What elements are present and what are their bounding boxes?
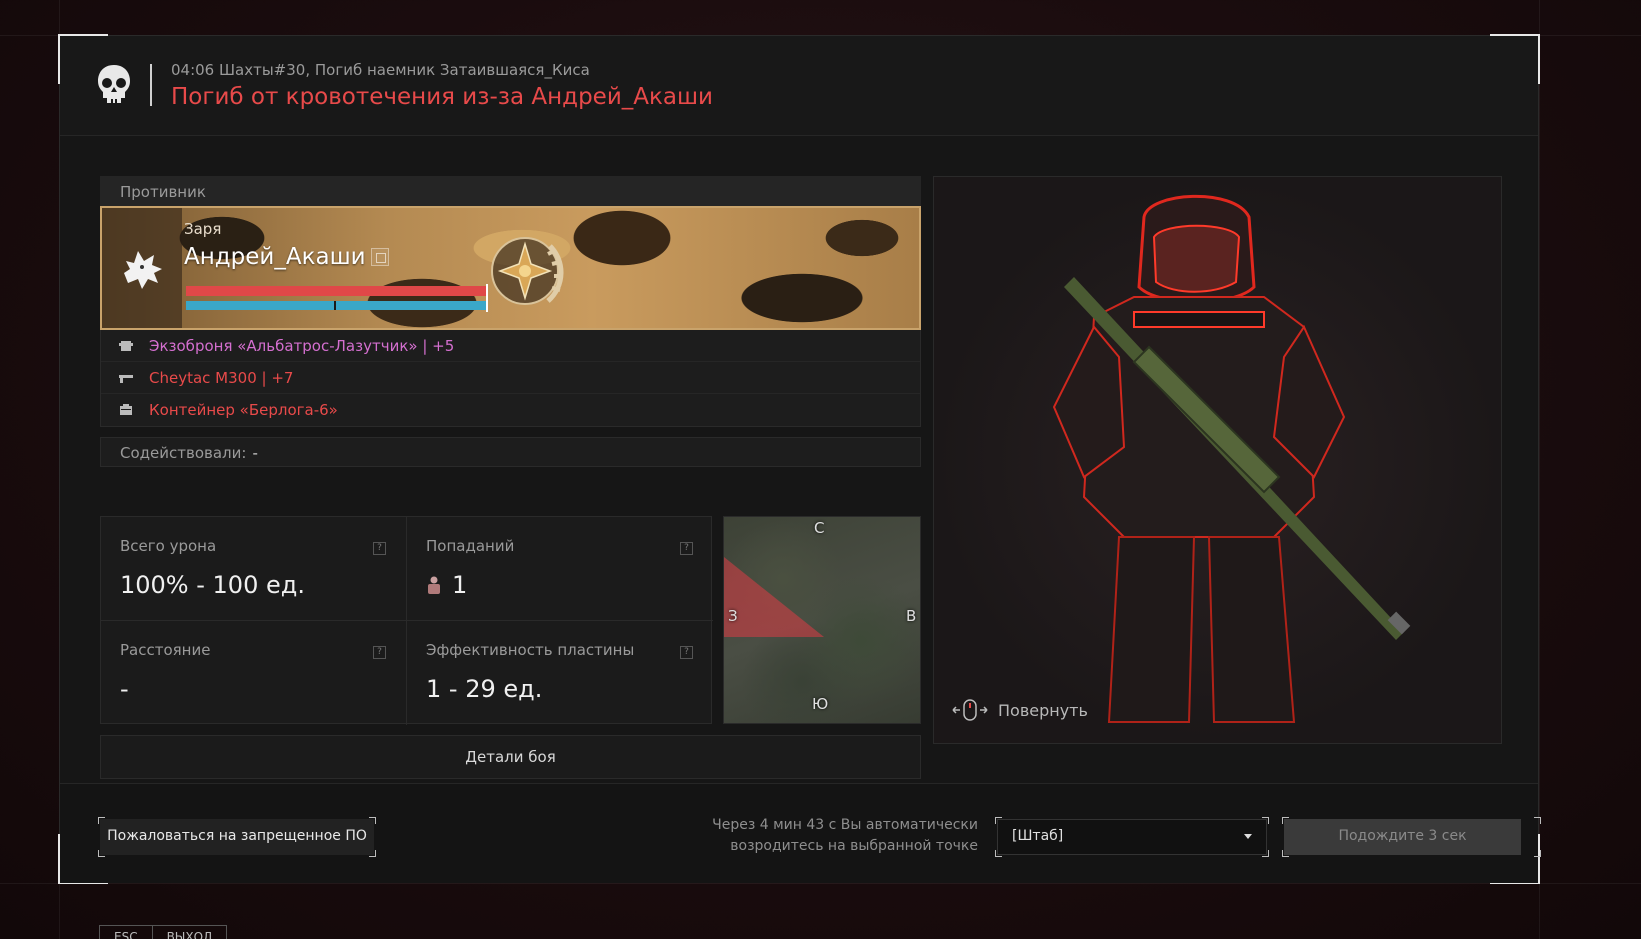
equipment-container-label: Контейнер «Берлога-6»	[149, 401, 338, 419]
button-bracket	[1534, 850, 1541, 857]
rank-star-icon	[491, 237, 564, 305]
hits-count: 1	[452, 571, 468, 599]
rifle-icon	[119, 374, 133, 383]
opponent-info: Противник Заря Андрей_Акаши Экзоброня «А…	[100, 176, 921, 779]
respawn-line-2: возродитесь на выбранной точке	[730, 838, 978, 854]
copy-name-icon[interactable]	[371, 248, 389, 266]
compass-north: С	[814, 519, 825, 537]
battle-details-button[interactable]: Детали боя	[100, 735, 921, 779]
auto-respawn-notice: Через 4 мин 43 с Вы автоматически возрод…	[660, 815, 978, 857]
bar-end-marker	[486, 284, 488, 312]
select-bracket	[995, 850, 1002, 857]
select-bracket	[1262, 850, 1269, 857]
compass-south: Ю	[812, 695, 829, 713]
stat-value: 1	[426, 571, 694, 599]
select-bracket	[995, 817, 1002, 824]
button-bracket	[1282, 817, 1289, 824]
button-bracket	[369, 817, 376, 824]
wolf-clan-icon	[124, 251, 162, 289]
stat-value: 100% - 100 ед.	[120, 571, 305, 599]
compass-west: З	[728, 607, 738, 625]
damage-stats: Всего урона ? 100% - 100 ед. Попаданий ?…	[100, 516, 713, 725]
header-divider	[150, 64, 152, 106]
death-event-subtitle: 04:06 Шахты#30, Погиб наемник Затаившаяс…	[171, 61, 590, 79]
kill-minimap: С Ю З В	[723, 516, 921, 724]
equipment-weapon-label: Cheytac M300 | +7	[149, 368, 294, 387]
skull-icon	[98, 65, 130, 103]
equipment-weapon[interactable]: Cheytac M300 | +7	[101, 362, 920, 394]
opponent-armor-bar	[186, 301, 486, 310]
respawn-wait-button[interactable]: Подождите 3 сек	[1284, 819, 1521, 855]
exit-button[interactable]: ВЫХОД	[153, 926, 227, 939]
esc-key[interactable]: ESC	[100, 926, 153, 939]
assist-label: Содействовали:	[120, 444, 247, 462]
help-icon[interactable]: ?	[680, 542, 693, 555]
character-model	[1052, 194, 1411, 723]
shot-direction-cone	[724, 557, 824, 637]
opponent-equipment: Экзоброня «Альбатрос-Лазутчик» | +5 Chey…	[100, 330, 921, 427]
stat-value: 1 - 29 ед.	[426, 675, 543, 703]
armor-icon	[119, 340, 133, 351]
rotate-label: Повернуть	[998, 700, 1088, 720]
spawn-point-value: [Штаб]	[1012, 828, 1064, 844]
respawn-line-1: Через 4 мин 43 с Вы автоматически	[712, 817, 978, 833]
opponent-clan: Заря	[184, 220, 222, 238]
frame-line	[1539, 0, 1540, 939]
stat-label: Всего урона	[120, 537, 217, 555]
assist-value: -	[252, 444, 258, 462]
stat-hits: Попаданий ? 1	[407, 517, 713, 621]
character-viewer[interactable]: Повернуть	[933, 176, 1502, 744]
stat-label: Эффективность пластины	[426, 641, 635, 659]
container-icon	[120, 404, 132, 415]
mouse-rotate-icon	[952, 699, 988, 721]
stat-distance: Расстояние ? -	[101, 621, 407, 725]
opponent-banner[interactable]: Заря Андрей_Акаши	[100, 206, 921, 330]
report-cheat-button[interactable]: Пожаловаться на запрещенное ПО	[100, 819, 374, 855]
opponent-health-bar	[186, 286, 486, 296]
help-icon[interactable]: ?	[373, 542, 386, 555]
stat-plate-efficiency: Эффективность пластины ? 1 - 29 ед.	[407, 621, 713, 725]
button-bracket	[98, 850, 105, 857]
body-part-icon	[428, 576, 440, 594]
dropdown-arrow-icon	[1244, 834, 1252, 839]
stat-label: Расстояние	[120, 641, 211, 659]
assist-row: Содействовали: -	[100, 437, 921, 467]
bottom-hotkeys: ESC ВЫХОД	[99, 925, 228, 939]
rotate-hint: Повернуть	[952, 698, 1088, 722]
stat-label: Попаданий	[426, 537, 515, 555]
equipment-armor-label: Экзоброня «Альбатрос-Лазутчик» | +5	[149, 336, 455, 355]
compass-east: В	[906, 607, 917, 625]
help-icon[interactable]: ?	[680, 646, 693, 659]
button-bracket	[1534, 817, 1541, 824]
button-bracket	[1282, 850, 1289, 857]
frame-line	[0, 883, 1641, 884]
death-footer: Пожаловаться на запрещенное ПО Через 4 м…	[60, 783, 1541, 883]
equipment-armor[interactable]: Экзоброня «Альбатрос-Лазутчик» | +5	[101, 330, 920, 362]
equipment-container[interactable]: Контейнер «Берлога-6»	[101, 394, 920, 426]
death-cause-title: Погиб от кровотечения из-за Андрей_Акаши	[171, 84, 713, 110]
death-screen-panel: 04:06 Шахты#30, Погиб наемник Затаившаяс…	[58, 34, 1541, 884]
death-header: 04:06 Шахты#30, Погиб наемник Затаившаяс…	[60, 36, 1538, 136]
stat-total-damage: Всего урона ? 100% - 100 ед.	[101, 517, 407, 621]
help-icon[interactable]: ?	[373, 646, 386, 659]
spawn-point-select[interactable]: [Штаб]	[997, 819, 1267, 855]
stat-value: -	[120, 675, 129, 703]
button-bracket	[98, 817, 105, 824]
button-bracket	[369, 850, 376, 857]
select-bracket	[1262, 817, 1269, 824]
opponent-section-label: Противник	[100, 176, 921, 206]
opponent-name: Андрей_Акаши	[184, 244, 366, 270]
